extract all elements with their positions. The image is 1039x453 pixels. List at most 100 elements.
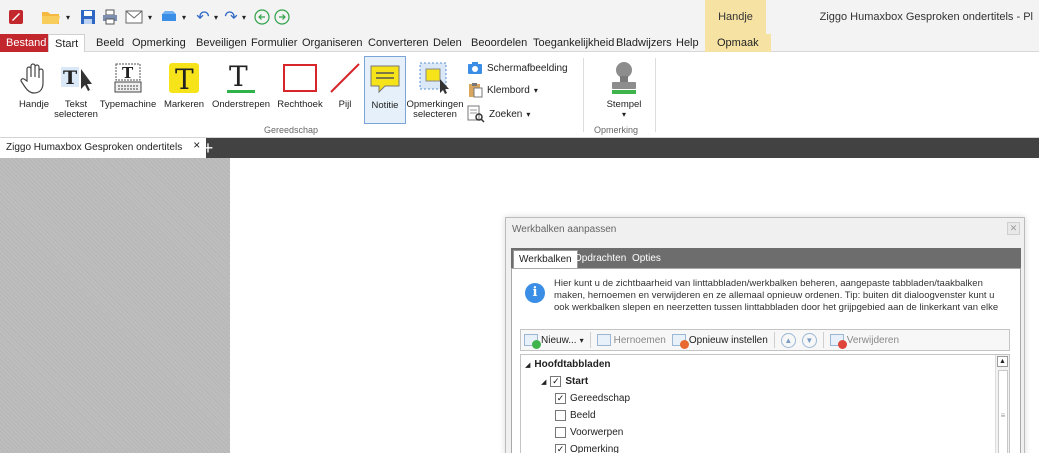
- hand-tool[interactable]: Handje: [14, 56, 54, 124]
- open-folder-icon[interactable]: [38, 6, 64, 28]
- tab-organize[interactable]: Organiseren: [302, 34, 363, 52]
- tab-options[interactable]: Opties: [627, 250, 666, 268]
- typewriter-icon: T: [108, 56, 148, 100]
- tree-row[interactable]: ◢ Hoofdtabbladen: [525, 356, 611, 373]
- note-tool[interactable]: Notitie: [364, 56, 406, 124]
- snapshot-button[interactable]: Schermafbeelding: [467, 58, 568, 78]
- add-tab-button[interactable]: +: [198, 138, 218, 158]
- delete-icon: [829, 334, 847, 349]
- reset-button[interactable]: Opnieuw instellen: [671, 334, 768, 349]
- tree-checkbox[interactable]: ✓: [555, 393, 566, 404]
- select-text-tool[interactable]: T Tekst selecteren: [54, 56, 98, 124]
- stamp-tool[interactable]: Stempel ▾: [598, 56, 650, 124]
- new-dropdown-icon: ▾: [579, 335, 584, 345]
- tree-row[interactable]: ◢ ✓ Start: [541, 373, 588, 390]
- toolbar-tree: ▲ ≡ ◢ Hoofdtabbladen ◢ ✓ Start ✓ Gereedschap Be…: [520, 354, 1010, 453]
- typewriter-tool[interactable]: T Typemachine: [100, 56, 156, 124]
- close-icon[interactable]: ✕: [1007, 222, 1020, 235]
- tree-label: Gereedschap: [570, 393, 631, 404]
- scroll-thumb[interactable]: ≡: [998, 370, 1008, 453]
- customize-toolbars-dialog: Werkbalken aanpassen ✕ Werkbalken Opdrac…: [505, 217, 1025, 453]
- tab-accessibility[interactable]: Toegankelijkheid: [533, 34, 614, 52]
- search-button[interactable]: Zoeken ▾: [467, 104, 530, 124]
- tree-scrollbar[interactable]: ▲ ≡: [995, 355, 1009, 453]
- tab-help[interactable]: Help: [676, 34, 699, 52]
- redo-dropdown-icon[interactable]: ▾: [240, 6, 248, 28]
- tab-share[interactable]: Delen: [433, 34, 462, 52]
- hand-tool-label: Handje: [18, 99, 50, 110]
- tree-row[interactable]: ✓ Gereedschap: [555, 390, 630, 407]
- scanner-icon[interactable]: [158, 6, 180, 28]
- tab-bookmarks[interactable]: Bladwijzers: [616, 34, 672, 52]
- new-button[interactable]: Nieuw... ▾: [524, 334, 584, 349]
- stamp-dropdown-icon: ▾: [621, 110, 626, 119]
- delete-button[interactable]: Verwijderen: [829, 334, 900, 349]
- delete-label: Verwijderen: [846, 334, 900, 346]
- print-icon[interactable]: [100, 6, 120, 28]
- note-icon: [365, 57, 405, 101]
- underline-label: Onderstrepen: [211, 99, 271, 110]
- tree-checkbox[interactable]: ✓: [550, 376, 562, 387]
- email-icon[interactable]: [122, 6, 146, 28]
- tab-format[interactable]: Opmaak: [705, 34, 771, 52]
- rectangle-tool[interactable]: Rechthoek: [276, 56, 324, 124]
- tree-checkbox[interactable]: [555, 410, 566, 421]
- tab-convert[interactable]: Converteren: [368, 34, 429, 52]
- redo-icon[interactable]: ↷: [222, 6, 240, 28]
- tree-row[interactable]: Beeld: [555, 407, 596, 424]
- select-comments-tool[interactable]: Opmerkingen selecteren: [406, 56, 464, 124]
- search-dropdown-icon: ▾: [526, 109, 531, 119]
- arrow-tool[interactable]: Pijl: [328, 56, 362, 124]
- group-separator: [655, 58, 656, 132]
- note-label: Notitie: [371, 100, 399, 111]
- open-dropdown-icon[interactable]: ▾: [64, 6, 72, 28]
- tab-review[interactable]: Beoordelen: [471, 34, 527, 52]
- back-icon[interactable]: [252, 6, 272, 28]
- forward-icon[interactable]: [272, 6, 292, 28]
- tree-row[interactable]: ✓ Opmerking: [555, 441, 619, 453]
- highlight-label: Markeren: [163, 99, 205, 110]
- arrow-icon: [325, 56, 365, 100]
- tab-view[interactable]: Beeld: [96, 34, 124, 52]
- move-down-icon[interactable]: ▼: [801, 332, 817, 348]
- context-tab-header: Handje: [705, 0, 766, 34]
- document-background: [0, 158, 230, 453]
- tab-start[interactable]: Start: [48, 34, 86, 53]
- tab-comment[interactable]: Opmerking: [132, 34, 186, 52]
- email-dropdown-icon[interactable]: ▾: [146, 6, 154, 28]
- rename-label: Hernoemen: [613, 334, 666, 346]
- save-icon[interactable]: [78, 6, 98, 28]
- scroll-up-icon[interactable]: ▲: [997, 356, 1008, 367]
- window-title: Ziggo Humaxbox Gesproken ondertitels - P…: [819, 11, 1033, 23]
- tree-row[interactable]: Voorwerpen: [555, 424, 623, 441]
- select-text-label: Tekst selecteren: [54, 99, 98, 120]
- clipboard-icon: [469, 83, 483, 98]
- underline-tool[interactable]: T Onderstrepen: [210, 56, 272, 124]
- title-bar: ▾ ▾ ▾ ↶ ▾ ↷ ▾ Handje Ziggo Humaxbox Gesp…: [0, 0, 1039, 34]
- rename-button[interactable]: Hernoemen: [596, 334, 666, 346]
- highlight-tool[interactable]: T Markeren: [158, 56, 210, 124]
- search-icon: [467, 105, 485, 123]
- expand-icon[interactable]: ◢: [541, 378, 546, 386]
- dialog-toolbar: Nieuw... ▾ Hernoemen Opnieuw instellen ▲…: [520, 329, 1010, 351]
- tree-checkbox[interactable]: [555, 427, 566, 438]
- tree-checkbox[interactable]: ✓: [555, 444, 566, 453]
- toolbar-separator: [822, 332, 824, 348]
- undo-icon[interactable]: ↶: [194, 6, 212, 28]
- tab-form[interactable]: Formulier: [251, 34, 297, 52]
- tab-file[interactable]: Bestand: [0, 34, 53, 52]
- tab-commands[interactable]: Opdrachten: [569, 250, 631, 268]
- document-tab[interactable]: Ziggo Humaxbox Gesproken ondertitels ×: [0, 138, 207, 158]
- app-logo-icon[interactable]: [6, 6, 26, 28]
- scanner-dropdown-icon[interactable]: ▾: [180, 6, 188, 28]
- move-up-icon[interactable]: ▲: [780, 332, 796, 348]
- tree-label: Voorwerpen: [570, 427, 624, 438]
- clipboard-button[interactable]: Klembord ▾: [467, 80, 538, 100]
- rectangle-icon: [280, 56, 320, 100]
- undo-dropdown-icon[interactable]: ▾: [212, 6, 220, 28]
- tab-protect[interactable]: Beveiligen: [196, 34, 247, 52]
- expand-icon[interactable]: ◢: [525, 361, 530, 369]
- rename-icon: [596, 334, 611, 346]
- tab-toolbars[interactable]: Werkbalken: [513, 250, 578, 268]
- highlight-icon: T: [164, 56, 204, 100]
